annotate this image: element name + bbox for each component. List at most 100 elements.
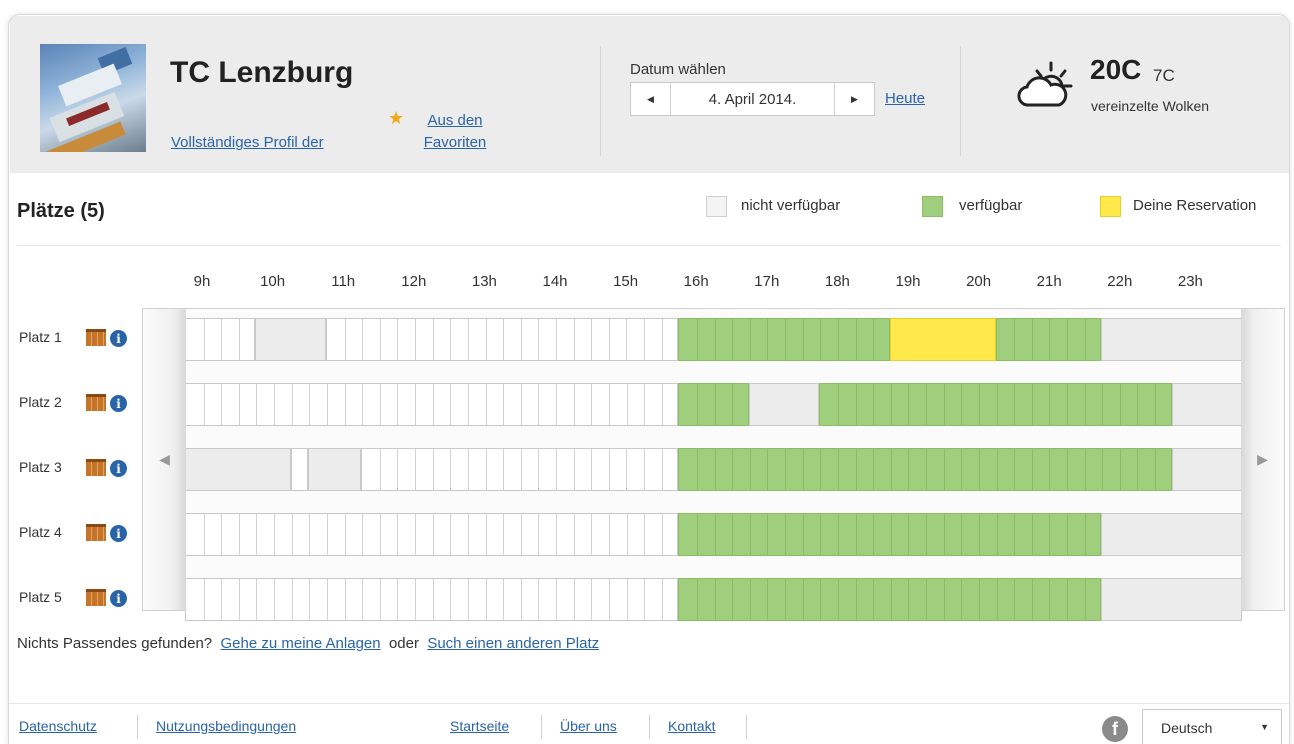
contact-link[interactable]: Kontakt <box>668 718 715 734</box>
slot-divider <box>573 514 575 555</box>
slot-divider <box>538 384 540 425</box>
slot-block-available[interactable] <box>678 578 1102 621</box>
slot-divider <box>591 449 593 490</box>
slot-divider <box>556 384 558 425</box>
prev-day-button[interactable]: ◀ <box>631 83 671 115</box>
slot-divider <box>344 514 346 555</box>
calendar-icon[interactable] <box>86 329 106 346</box>
slot-divider <box>221 514 223 555</box>
slot-divider <box>467 449 469 490</box>
slot-divider <box>538 319 540 360</box>
slot-divider <box>802 449 804 490</box>
slot-divider <box>696 579 698 620</box>
slot-divider <box>362 514 364 555</box>
slot-divider <box>749 449 751 490</box>
slot-divider <box>203 319 205 360</box>
partly-cloudy-icon <box>1017 61 1073 107</box>
slot-divider <box>943 514 945 555</box>
remove-favorite-link[interactable]: Aus den Favoriten <box>410 110 500 154</box>
facebook-icon[interactable]: f <box>1102 716 1128 742</box>
slot-divider <box>256 579 258 620</box>
privacy-link[interactable]: Datenschutz <box>19 718 97 734</box>
slot-divider <box>961 514 963 555</box>
slot-divider <box>1049 384 1051 425</box>
slot-divider <box>274 384 276 425</box>
slot-divider <box>485 579 487 620</box>
slot-divider <box>996 449 998 490</box>
slot-divider <box>344 384 346 425</box>
date-value[interactable]: 4. April 2014. <box>671 83 834 115</box>
slot-divider <box>996 384 998 425</box>
slot-divider <box>1066 449 1068 490</box>
hour-label: 9h <box>193 273 211 290</box>
hour-label: 23h <box>1177 273 1203 290</box>
court-label: Platz 2 <box>19 394 62 410</box>
slot-divider <box>644 449 646 490</box>
today-link[interactable]: Heute <box>885 90 925 107</box>
slot-divider <box>432 449 434 490</box>
info-icon[interactable]: i <box>110 525 127 542</box>
calendar-icon[interactable] <box>86 394 106 411</box>
calendar-icon[interactable] <box>86 459 106 476</box>
slot-divider <box>644 384 646 425</box>
slot-divider <box>908 579 910 620</box>
about-link[interactable]: Über uns <box>560 718 617 734</box>
slot-divider <box>591 384 593 425</box>
slot-divider <box>291 514 293 555</box>
slot-divider <box>943 579 945 620</box>
search-other-court-link[interactable]: Such einen anderen Platz <box>427 635 599 652</box>
scroll-left-button[interactable]: ◀ <box>143 309 186 610</box>
header-divider <box>960 46 961 156</box>
slot-divider <box>362 579 364 620</box>
slot-block-available[interactable] <box>678 318 890 361</box>
schedule-grid: ◀ ▶ <box>142 308 1285 621</box>
slot-divider <box>785 319 787 360</box>
my-facilities-link[interactable]: Gehe zu meine Anlagen <box>220 635 380 652</box>
slot-block-available[interactable] <box>678 383 749 426</box>
calendar-icon[interactable] <box>86 589 106 606</box>
info-icon[interactable]: i <box>110 395 127 412</box>
info-icon[interactable]: i <box>110 460 127 477</box>
home-link[interactable]: Startseite <box>450 718 509 734</box>
booking-window: TC Lenzburg Vollständiges Profil der ★ A… <box>8 14 1290 744</box>
slot-block-not-available <box>308 448 362 491</box>
slot-block-available[interactable] <box>678 513 1102 556</box>
slot-divider <box>767 319 769 360</box>
slot-divider <box>326 579 328 620</box>
language-value: Deutsch <box>1161 720 1213 736</box>
slot-block-available[interactable] <box>819 383 1172 426</box>
slot-divider <box>591 319 593 360</box>
calendar-icon[interactable] <box>86 524 106 541</box>
slot-block-available[interactable] <box>995 318 1102 361</box>
temperature-high: 20C <box>1090 54 1142 85</box>
full-profile-link[interactable]: Vollständiges Profil der <box>171 134 324 151</box>
slot-divider <box>1031 384 1033 425</box>
slot-divider <box>397 319 399 360</box>
slot-divider <box>538 514 540 555</box>
slot-divider <box>1049 319 1051 360</box>
slot-divider <box>538 449 540 490</box>
slot-divider <box>820 514 822 555</box>
slot-block-not-available <box>1101 578 1243 621</box>
slot-divider <box>890 449 892 490</box>
slot-divider <box>855 449 857 490</box>
slot-divider <box>644 319 646 360</box>
slot-divider <box>467 579 469 620</box>
next-day-button[interactable]: ▶ <box>834 83 874 115</box>
info-icon[interactable]: i <box>110 590 127 607</box>
slot-divider <box>908 384 910 425</box>
slot-divider <box>978 514 980 555</box>
info-icon[interactable]: i <box>110 330 127 347</box>
slot-divider <box>520 384 522 425</box>
scroll-right-button[interactable]: ▶ <box>1241 309 1284 610</box>
slot-divider <box>379 319 381 360</box>
slot-divider <box>820 319 822 360</box>
club-name: TC Lenzburg <box>170 56 354 89</box>
slot-divider <box>238 384 240 425</box>
slot-divider <box>855 319 857 360</box>
slot-block-available[interactable] <box>678 448 1172 491</box>
slot-divider <box>996 579 998 620</box>
language-select[interactable]: Deutsch ▼ <box>1142 709 1282 744</box>
court-row <box>143 383 1284 426</box>
terms-link[interactable]: Nutzungsbedingungen <box>156 718 296 734</box>
